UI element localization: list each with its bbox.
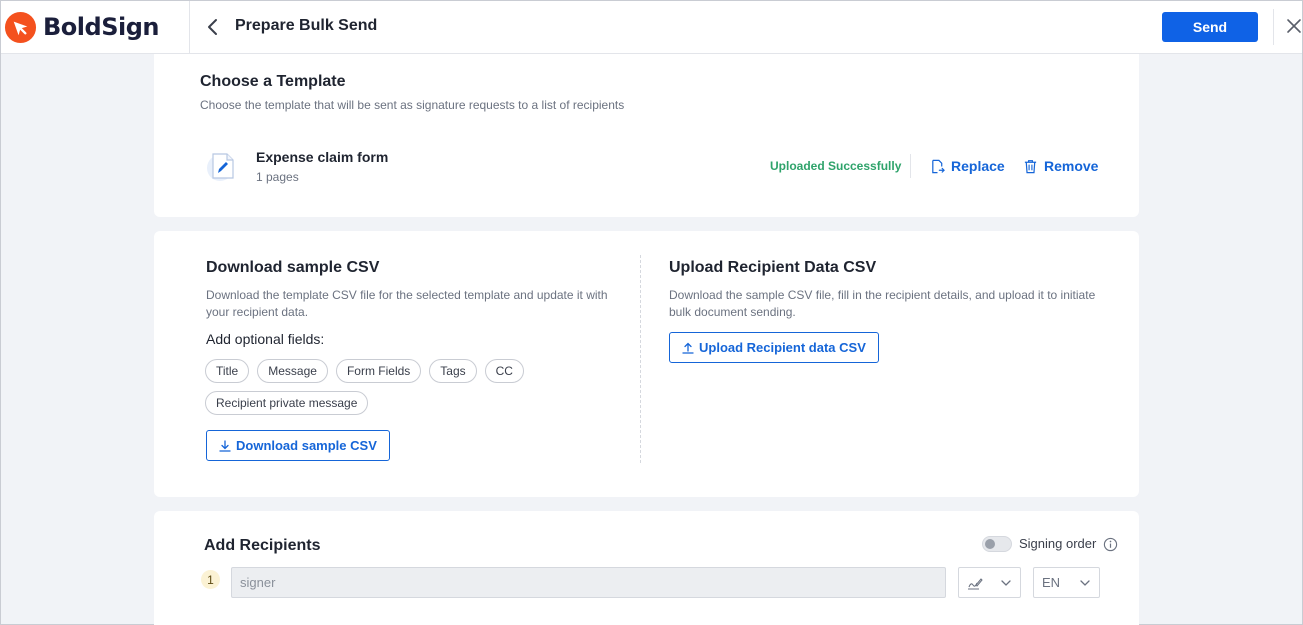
chevron-down-icon — [1001, 579, 1011, 586]
recipients-card: Add Recipients Signing order 1 EN — [154, 511, 1139, 625]
chip-message[interactable]: Message — [257, 359, 328, 383]
replace-icon — [932, 159, 945, 173]
language-value: EN — [1042, 575, 1061, 590]
toggle-knob — [985, 539, 995, 549]
upload-recipient-csv-label: Upload Recipient data CSV — [699, 340, 866, 355]
info-icon[interactable] — [1103, 537, 1118, 552]
brand-logo[interactable]: BoldSign — [1, 1, 190, 53]
chip-form-fields[interactable]: Form Fields — [335, 359, 422, 383]
document-icon — [207, 153, 234, 181]
send-button[interactable]: Send — [1162, 12, 1258, 42]
optional-fields-chips: Title Message Form Fields Tags CC Recipi… — [205, 359, 535, 415]
chip-recipient-private-message[interactable]: Recipient private message — [205, 391, 369, 415]
chevron-down-icon — [1080, 579, 1090, 586]
remove-label: Remove — [1044, 158, 1099, 174]
upload-recipient-csv-button[interactable]: Upload Recipient data CSV — [669, 332, 879, 363]
download-sample-csv-label: Download sample CSV — [236, 438, 377, 453]
download-csv-title: Download sample CSV — [206, 259, 380, 276]
upload-status: Uploaded Successfully — [770, 159, 902, 173]
download-icon — [219, 439, 231, 452]
upload-icon — [682, 342, 694, 354]
optional-fields-label: Add optional fields: — [206, 331, 325, 347]
download-csv-description: Download the template CSV file for the s… — [206, 288, 608, 319]
chip-tags[interactable]: Tags — [429, 359, 477, 383]
document-name: Expense claim form — [256, 149, 389, 165]
download-sample-csv-button[interactable]: Download sample CSV — [206, 430, 390, 461]
status-divider — [910, 154, 911, 178]
header-divider — [1273, 9, 1274, 45]
replace-button[interactable]: Replace — [930, 158, 1005, 174]
replace-label: Replace — [951, 158, 1005, 174]
recipient-role-input[interactable] — [231, 567, 946, 598]
csv-column-divider — [640, 255, 641, 463]
upload-csv-title: Upload Recipient Data CSV — [669, 259, 877, 276]
language-select[interactable]: EN — [1033, 567, 1100, 598]
template-section-title: Choose a Template — [200, 73, 346, 90]
page-title: Prepare Bulk Send — [235, 17, 378, 34]
close-icon[interactable] — [1286, 18, 1302, 34]
csv-card: Download sample CSV Download the templat… — [154, 231, 1139, 497]
chip-title[interactable]: Title — [205, 359, 250, 383]
document-page-count: 1 pages — [256, 170, 299, 184]
trash-icon — [1024, 159, 1037, 173]
template-section-description: Choose the template that will be sent as… — [200, 98, 625, 112]
signing-order-label: Signing order — [1019, 536, 1097, 551]
upload-csv-description: Download the sample CSV file, fill in th… — [669, 288, 1096, 319]
signer-type-select[interactable] — [958, 567, 1021, 598]
recipient-number-badge: 1 — [201, 570, 220, 589]
recipients-section-title: Add Recipients — [204, 537, 321, 554]
chip-cc[interactable]: CC — [484, 359, 524, 383]
signing-order-toggle[interactable] — [982, 536, 1012, 552]
signature-pen-icon — [968, 577, 983, 589]
brand-name: BoldSign — [43, 13, 159, 41]
template-card: Choose a Template Choose the template th… — [154, 54, 1139, 217]
boldsign-logo-icon — [4, 11, 37, 43]
back-arrow-icon[interactable] — [204, 16, 222, 38]
remove-button[interactable]: Remove — [1023, 158, 1098, 174]
app-header: BoldSign Prepare Bulk Send Send — [1, 1, 1302, 54]
